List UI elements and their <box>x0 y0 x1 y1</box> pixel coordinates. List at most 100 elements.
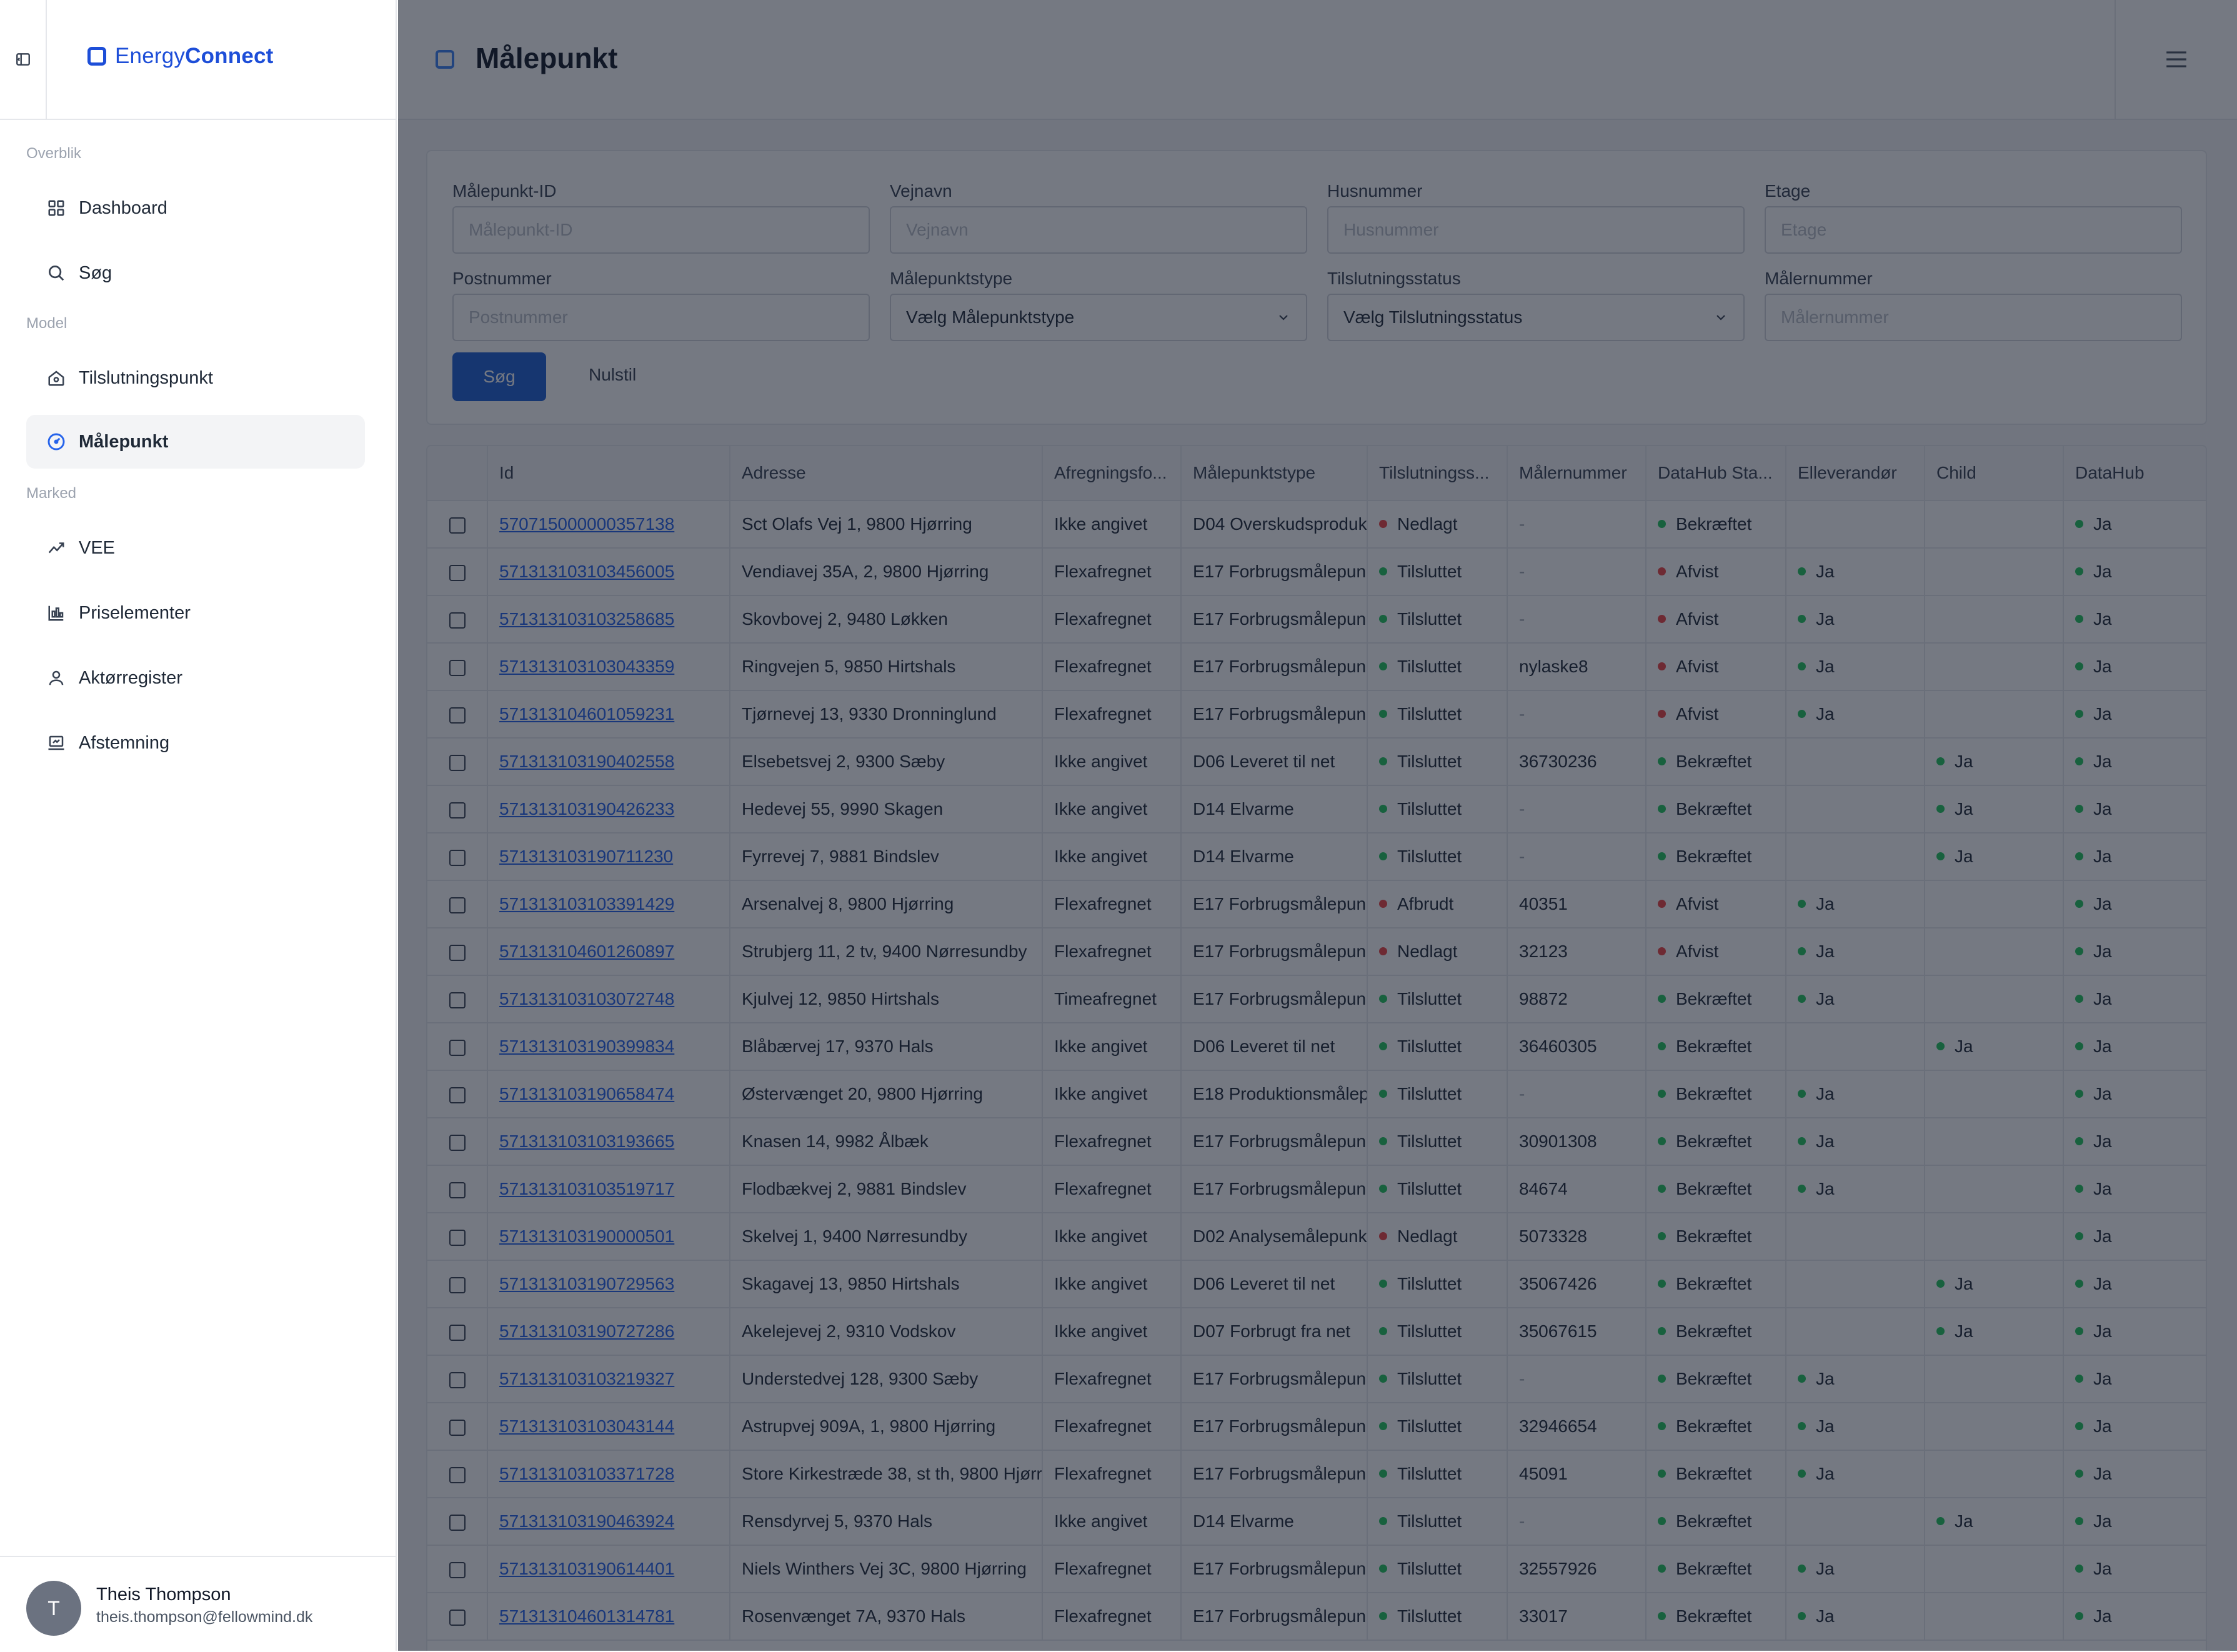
column-header[interactable]: DataHub <box>2063 446 2206 501</box>
postnummer-input[interactable] <box>452 294 870 341</box>
row-checkbox[interactable] <box>449 1134 466 1151</box>
sidebar-item-malepunkt[interactable]: Målepunkt <box>26 415 365 469</box>
husnummer-input[interactable] <box>1327 206 1745 254</box>
row-checkbox[interactable] <box>449 517 466 534</box>
table-row[interactable]: 571313103190658474 Østervænget 20, 9800 H… <box>427 1070 2206 1118</box>
row-checkbox[interactable] <box>449 564 466 581</box>
row-checkbox[interactable] <box>449 659 466 676</box>
row-checkbox[interactable] <box>449 992 466 1008</box>
row-checkbox[interactable] <box>449 897 466 913</box>
row-checkbox[interactable] <box>449 707 466 724</box>
sidebar-item-tilslutningspunkt[interactable]: Tilslutningspunkt <box>26 351 365 405</box>
column-header[interactable]: Målernummer <box>1507 446 1647 501</box>
row-checkbox[interactable] <box>449 1561 466 1578</box>
sidebar-item-afstemning[interactable]: Afstemning <box>26 716 365 770</box>
sidebar-toggle-button[interactable] <box>0 0 47 119</box>
malepunkt-id-link[interactable]: 571313103190729563 <box>499 1274 674 1293</box>
malepunkt-id-link[interactable]: 571313103190658474 <box>499 1084 674 1103</box>
malepunkt-id-link[interactable]: 571313103103219327 <box>499 1369 674 1388</box>
vejnavn-input[interactable] <box>890 206 1307 254</box>
malepunkt-id-link[interactable]: 571313104601059231 <box>499 704 674 724</box>
table-row[interactable]: 571313104601260897 Strubjerg 11, 2 tv, 94… <box>427 928 2206 976</box>
sidebar-item-priselementer[interactable]: Priselementer <box>26 586 365 640</box>
row-checkbox[interactable] <box>449 1466 466 1483</box>
table-row[interactable]: 571313103190426233 Hedevej 55, 9990 Skage… <box>427 785 2206 833</box>
reset-button[interactable]: Nulstil <box>589 365 636 385</box>
malepunkt-id-input[interactable] <box>452 206 870 254</box>
row-checkbox[interactable] <box>449 802 466 819</box>
column-header[interactable]: Afregningsfo... <box>1042 446 1182 501</box>
malepunkt-id-link[interactable]: 571313103190426233 <box>499 799 674 819</box>
malepunkt-id-link[interactable]: 570715000000357138 <box>499 514 674 534</box>
malepunkt-id-link[interactable]: 571313103190711230 <box>499 847 673 866</box>
menu-button[interactable] <box>2115 0 2237 119</box>
etage-input[interactable] <box>1765 206 2182 254</box>
table-row[interactable]: 571313103190727286 Akelejevej 2, 9310 Vod… <box>427 1308 2206 1356</box>
sidebar-item-vee[interactable]: VEE <box>26 521 365 575</box>
row-checkbox[interactable] <box>449 1039 466 1056</box>
sidebar-item-search[interactable]: Søg <box>26 246 365 300</box>
row-checkbox[interactable] <box>449 1324 466 1341</box>
sidebar-item-aktorregister[interactable]: Aktørregister <box>26 651 365 705</box>
table-row[interactable]: 571313103103043144 Astrupvej 909A, 1, 980… <box>427 1403 2206 1451</box>
table-row[interactable]: 571313103103456005 Vendiavej 35A, 2, 9800… <box>427 548 2206 596</box>
row-checkbox[interactable] <box>449 1371 466 1388</box>
user-profile[interactable]: T Theis Thompson theis.thompson@fellowmi… <box>0 1556 396 1652</box>
table-row[interactable]: 571313104601314781 Rosenvænget 7A, 9370 H… <box>427 1593 2206 1641</box>
row-checkbox[interactable] <box>449 849 466 866</box>
row-checkbox[interactable] <box>449 754 466 771</box>
search-button[interactable]: Søg <box>452 352 546 401</box>
table-row[interactable]: 571313103190729563 Skagavej 13, 9850 Hirt… <box>427 1260 2206 1308</box>
malepunkt-id-link[interactable]: 571313103103072748 <box>499 989 674 1008</box>
row-checkbox[interactable] <box>449 1276 466 1293</box>
row-checkbox[interactable] <box>449 1229 466 1246</box>
table-row[interactable]: 571313103103258685 Skovbovej 2, 9480 Løkk… <box>427 595 2206 644</box>
table-row[interactable]: 571313103190711230 Fyrrevej 7, 9881 Binds… <box>427 833 2206 881</box>
malepunkt-id-link[interactable]: 571313103103043144 <box>499 1416 674 1436</box>
row-checkbox[interactable] <box>449 1087 466 1103</box>
table-row[interactable]: 571313103103043359 Ringvejen 5, 9850 Hirt… <box>427 643 2206 691</box>
table-row[interactable]: 571313103190463924 Rensdyrvej 5, 9370 Hal… <box>427 1498 2206 1546</box>
malepunkt-id-link[interactable]: 571313103190727286 <box>499 1321 674 1341</box>
sidebar-item-dashboard[interactable]: Dashboard <box>26 181 365 235</box>
column-header[interactable]: Elleverandør <box>1786 446 1925 501</box>
column-header[interactable]: DataHub Sta... <box>1646 446 1786 501</box>
malepunkt-id-link[interactable]: 571313103103043359 <box>499 657 674 676</box>
column-header[interactable]: Adresse <box>730 446 1043 501</box>
malepunkt-id-link[interactable]: 571313103190000501 <box>499 1227 674 1246</box>
malepunkt-id-link[interactable]: 571313103103391429 <box>499 894 674 913</box>
row-checkbox[interactable] <box>449 1182 466 1198</box>
table-row[interactable]: 571313103103391429 Arsenalvej 8, 9800 Hjø… <box>427 880 2206 928</box>
row-checkbox[interactable] <box>449 1514 466 1531</box>
table-row[interactable]: 571313103103193665 Knasen 14, 9982 Ålbæk F… <box>427 1118 2206 1166</box>
column-header[interactable]: Id <box>487 446 730 501</box>
malepunkt-id-link[interactable]: 571313103190399834 <box>499 1037 674 1056</box>
malepunkt-id-link[interactable]: 571313103103193665 <box>499 1132 674 1151</box>
column-header[interactable]: Målepunktstype <box>1181 446 1368 501</box>
table-row[interactable]: 571313103103219327 Understedvej 128, 9300… <box>427 1355 2206 1403</box>
row-checkbox[interactable] <box>449 612 466 629</box>
malepunkt-id-link[interactable]: 571313103190614401 <box>499 1559 674 1578</box>
table-row[interactable]: 571313103190000501 Skelvej 1, 9400 Nørres… <box>427 1213 2206 1261</box>
malepunkt-id-link[interactable]: 571313103103456005 <box>499 562 674 581</box>
malepunkt-id-link[interactable]: 571313103103519717 <box>499 1179 674 1198</box>
malepunktstype-select[interactable]: Vælg Målepunktstype <box>890 294 1307 341</box>
table-row[interactable]: 571313103103371728 Store Kirkestræde 38, … <box>427 1450 2206 1498</box>
tilslutningsstatus-select[interactable]: Vælg Tilslutningsstatus <box>1327 294 1745 341</box>
table-row[interactable]: 571313103190399834 Blåbærvej 17, 9370 Hal… <box>427 1023 2206 1071</box>
malepunkt-id-link[interactable]: 571313104601314781 <box>499 1606 674 1626</box>
row-checkbox[interactable] <box>449 944 466 961</box>
column-header[interactable]: Child <box>1925 446 2064 501</box>
malepunkt-id-link[interactable]: 571313103103371728 <box>499 1464 674 1483</box>
table-row[interactable]: 571313103190614401 Niels Winthers Vej 3C,… <box>427 1545 2206 1593</box>
malepunkt-id-link[interactable]: 571313104601260897 <box>499 942 674 961</box>
table-row[interactable]: 571313104601059231 Tjørnevej 13, 9330 Dro… <box>427 690 2206 739</box>
malepunkt-id-link[interactable]: 571313103190463924 <box>499 1511 674 1531</box>
table-row[interactable]: 571313103103519717 Flodbækvej 2, 9881 Bin… <box>427 1165 2206 1213</box>
malernummer-input[interactable] <box>1765 294 2182 341</box>
row-checkbox[interactable] <box>449 1419 466 1436</box>
table-row[interactable]: 571313103190402558 Elsebetsvej 2, 9300 Sæ… <box>427 738 2206 786</box>
column-header[interactable]: Tilslutningss... <box>1367 446 1508 501</box>
row-checkbox[interactable] <box>449 1609 466 1626</box>
app-logo[interactable]: EnergyConnect <box>87 44 274 69</box>
